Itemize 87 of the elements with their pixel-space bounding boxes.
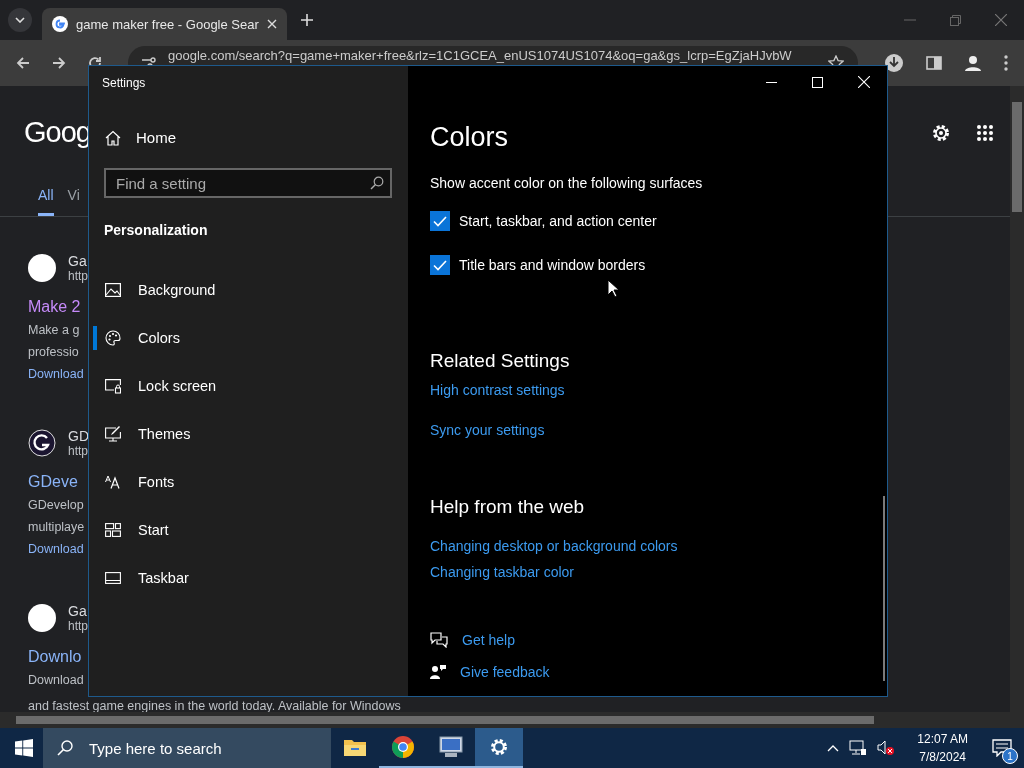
result-snippet: GDevelop	[28, 497, 84, 514]
forward-icon[interactable]	[52, 56, 66, 70]
caret-icon	[15, 17, 25, 23]
checkbox[interactable]	[430, 211, 450, 231]
monitor-icon	[439, 736, 463, 758]
result-link[interactable]: Download	[28, 363, 84, 385]
result-snippet: multiplaye	[28, 519, 85, 536]
help-link[interactable]: Changing desktop or background colors	[430, 538, 678, 554]
url-text: google.com/search?q=game+maker+free&rlz=1C1GCEA_enUS1074US1074&oq=ga&gs_lcrp=EgZjaHJvbW	[168, 48, 793, 63]
tab-list-button[interactable]	[8, 8, 32, 32]
folder-icon	[344, 738, 366, 756]
mouse-cursor-icon	[607, 279, 619, 298]
checkbox-label[interactable]: Title bars and window borders	[459, 257, 646, 273]
clock[interactable]: 12:07 AM 7/8/2024	[905, 730, 980, 766]
tab-title: game maker free - Google Sear	[76, 16, 259, 32]
result-snippet: Make a g	[28, 322, 80, 339]
restore-icon[interactable]	[950, 14, 961, 26]
result-title[interactable]: GDeve	[28, 470, 78, 494]
settings-link[interactable]: Sync your settings	[430, 422, 545, 438]
chevron-up-icon[interactable]	[827, 744, 840, 752]
nav-item[interactable]: Fonts	[85, 458, 408, 506]
section-heading: Related Settings	[430, 350, 570, 372]
taskbar-app-button[interactable]	[475, 728, 523, 768]
clock-time: 12:07 AM	[917, 731, 968, 748]
settings-link[interactable]: High contrast settings	[430, 382, 565, 398]
notification-badge: 1	[1002, 748, 1018, 764]
start-icon[interactable]	[15, 739, 33, 757]
result-snippet: and fastest game engines in the world today. Available for Windows	[28, 699, 401, 713]
taskbar-icon	[105, 572, 121, 584]
result-snippet: Download	[28, 672, 84, 689]
tiles-icon	[105, 523, 121, 537]
network-icon[interactable]	[849, 740, 868, 756]
palette-icon	[105, 330, 121, 346]
volume-muted-icon[interactable]	[877, 740, 896, 756]
search-tab[interactable]: All	[38, 187, 54, 216]
chrome-icon	[392, 736, 414, 758]
maximize-icon[interactable]	[812, 76, 823, 88]
brush-monitor-icon	[105, 426, 121, 442]
back-icon[interactable]	[16, 56, 30, 70]
google-icon	[52, 16, 68, 32]
site-name: Ga	[68, 603, 88, 619]
apps-icon[interactable]	[976, 123, 994, 142]
result-title[interactable]: Downlo	[28, 645, 82, 669]
result-snippet: professio	[28, 344, 79, 361]
site-url: http	[68, 269, 88, 283]
action-link[interactable]: Get help	[462, 632, 515, 648]
profile-icon[interactable]	[964, 54, 982, 72]
section-heading: Personalization	[103, 221, 209, 238]
search-field[interactable]: Find a setting	[104, 168, 392, 198]
chat-bubbles-icon	[430, 632, 448, 648]
new-tab-icon[interactable]	[300, 14, 313, 26]
font-size-icon	[105, 475, 121, 489]
image-icon	[105, 283, 121, 297]
nav-item[interactable]: Taskbar	[85, 554, 408, 602]
lock-screen-icon	[105, 378, 121, 394]
site-url: http	[68, 619, 88, 633]
page-heading: Colors	[430, 122, 509, 153]
search-tab[interactable]: Vi	[67, 187, 80, 216]
clock-date: 7/8/2024	[919, 749, 966, 766]
search-icon	[370, 176, 384, 190]
action-link[interactable]: Give feedback	[460, 664, 550, 680]
browser-tab[interactable]: game maker free - Google Sear	[42, 8, 287, 40]
site-icon	[28, 254, 56, 282]
search-icon	[57, 740, 73, 756]
nav-item[interactable]: Lock screen	[85, 362, 408, 410]
taskbar-search-field[interactable]: Type here to search	[43, 728, 331, 768]
person-feedback-icon	[430, 664, 446, 680]
home-icon	[105, 129, 121, 146]
menu-icon[interactable]	[1004, 55, 1008, 71]
section-heading: Help from the web	[430, 496, 585, 518]
gear-icon	[489, 737, 509, 757]
checkbox[interactable]	[430, 255, 450, 275]
section-label: Show accent color on the following surfaces	[430, 175, 703, 191]
site-url: http	[68, 444, 89, 458]
result-title[interactable]: Make 2	[28, 295, 81, 319]
result-link[interactable]: Download	[28, 538, 84, 560]
site-name: Ga	[68, 253, 88, 269]
help-link[interactable]: Changing taskbar color	[430, 564, 574, 580]
nav-item[interactable]: Start	[85, 506, 408, 554]
side-panel-icon[interactable]	[926, 56, 942, 70]
site-name: GD	[68, 428, 89, 444]
close-tab-icon[interactable]	[266, 19, 277, 29]
checkbox-label[interactable]: Start, taskbar, and action center	[459, 213, 657, 229]
download-icon[interactable]	[884, 53, 904, 73]
site-icon	[28, 604, 56, 632]
site-logo-icon	[28, 429, 56, 457]
home-item[interactable]: Home	[89, 90, 408, 146]
